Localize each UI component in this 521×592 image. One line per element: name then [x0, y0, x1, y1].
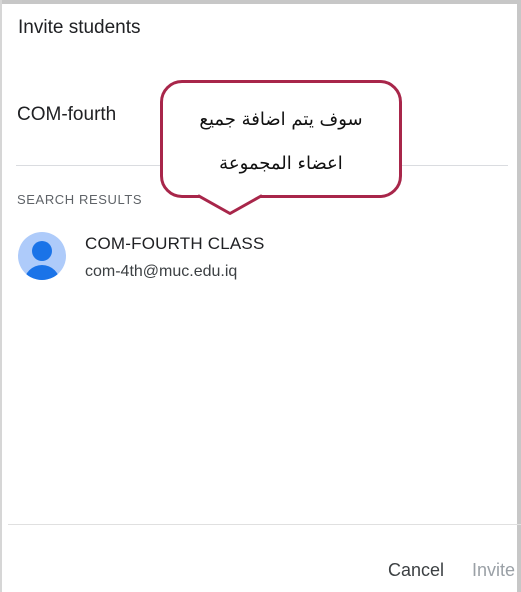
dialog-top-border [0, 0, 521, 4]
callout-text-line-1: سوف يتم اضافة جميع [199, 109, 363, 130]
result-name: COM-FOURTH CLASS [85, 234, 265, 253]
callout-text-line-2: اعضاء المجموعة [219, 153, 343, 174]
search-results-header: SEARCH RESULTS [17, 192, 143, 207]
footer-divider [8, 524, 521, 525]
invite-students-dialog: Invite students COM-fourth SEARCH RESULT… [0, 0, 521, 592]
dialog-left-border [0, 0, 2, 592]
callout-pointer [198, 194, 263, 215]
annotation-callout: سوف يتم اضافة جميع اعضاء المجموعة [160, 80, 402, 198]
person-icon [18, 232, 66, 280]
result-email: com-4th@muc.edu.iq [85, 263, 238, 280]
search-result-item[interactable]: COM-FOURTH CLASS com-4th@muc.edu.iq [10, 222, 510, 296]
avatar-head [32, 241, 52, 261]
avatar-body [24, 265, 60, 280]
dialog-right-border [517, 0, 521, 592]
cancel-button[interactable]: Cancel [388, 560, 444, 581]
search-input[interactable]: COM-fourth [17, 104, 116, 126]
invite-button[interactable]: Invite [472, 560, 515, 581]
dialog-title: Invite students [18, 17, 141, 38]
